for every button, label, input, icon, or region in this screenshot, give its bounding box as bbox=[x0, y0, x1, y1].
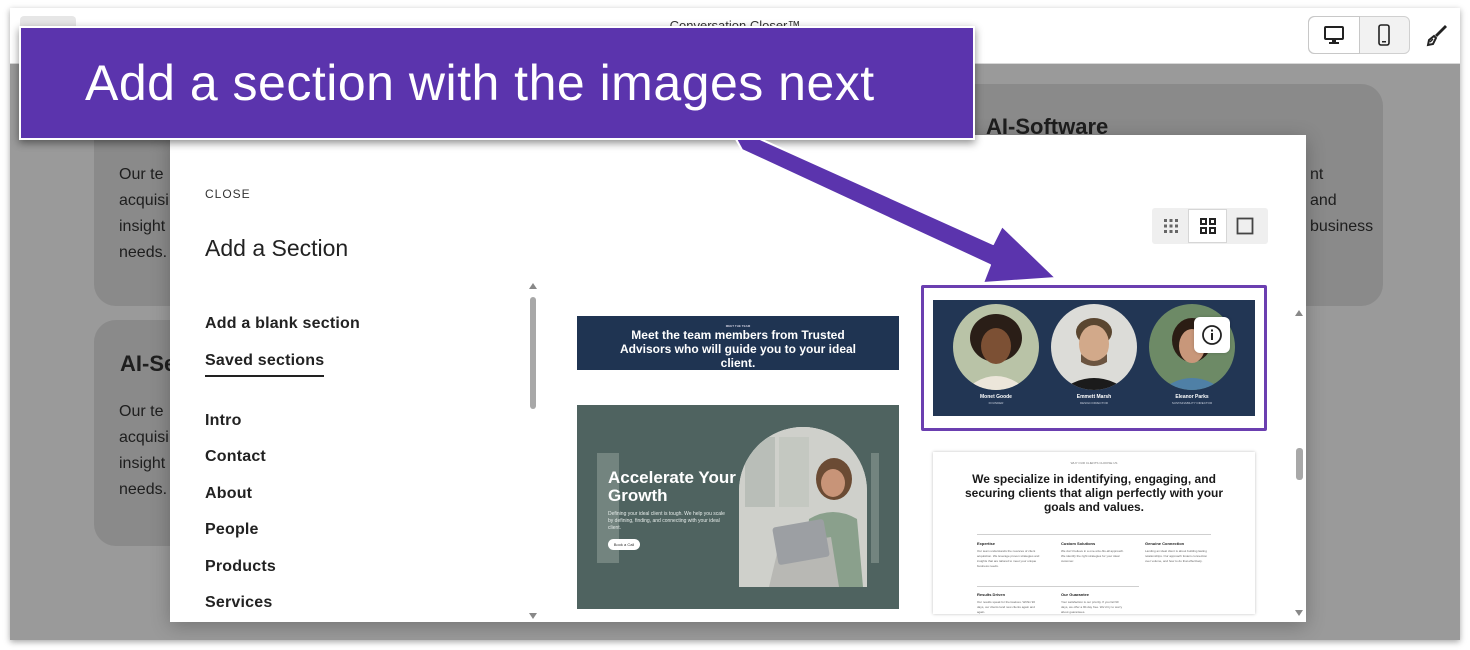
categories-scrollbar[interactable] bbox=[528, 283, 538, 621]
background-text-line: needs. bbox=[119, 481, 168, 498]
info-icon bbox=[1202, 325, 1222, 345]
background-text-line: insight bbox=[119, 455, 166, 472]
category-contact[interactable]: Contact bbox=[205, 448, 266, 466]
mobile-view-button[interactable] bbox=[1359, 17, 1409, 53]
feature-body: Landing an ideal client is about buildin… bbox=[1145, 549, 1208, 563]
feature-body: Your satisfaction is our priority. If yo… bbox=[1061, 600, 1123, 614]
callout-text: Add a section with the images next bbox=[85, 55, 875, 111]
section-thumbnail-why-us[interactable]: WHY OUR CLIENTS CHOOSE US We specialize … bbox=[933, 452, 1255, 614]
background-text-line: business bbox=[1310, 218, 1374, 235]
background-text-line: and bbox=[1310, 192, 1337, 209]
design-button[interactable] bbox=[1422, 20, 1452, 50]
device-view-toggle bbox=[1308, 16, 1410, 54]
team-member-name: Eleanor Parks bbox=[1175, 394, 1209, 400]
mobile-icon bbox=[1378, 24, 1390, 46]
team-member-role: FOUNDER bbox=[988, 401, 1004, 405]
background-text-line: nt bbox=[1310, 166, 1324, 183]
category-people[interactable]: People bbox=[205, 521, 259, 539]
portrait-illustration bbox=[953, 304, 1039, 390]
category-intro[interactable]: Intro bbox=[205, 412, 242, 430]
team-member-name: Monet Goode bbox=[980, 394, 1012, 400]
thumbnails-scrollbar[interactable] bbox=[1294, 310, 1304, 620]
feature-body: Our team understands the nuances of clie… bbox=[977, 549, 1040, 568]
grid-small-icon bbox=[1163, 219, 1178, 233]
background-text-line: needs. bbox=[119, 244, 168, 261]
thumbnail-title: We specialize in identifying, engaging, … bbox=[964, 472, 1224, 514]
scroll-down-arrow-icon[interactable] bbox=[529, 613, 537, 619]
add-blank-section-link[interactable]: Add a blank section bbox=[205, 315, 360, 333]
modal-title: Add a Section bbox=[205, 235, 349, 261]
close-button[interactable]: CLOSE bbox=[205, 187, 251, 201]
team-member-role: DESIGN DIRECTOR bbox=[1080, 401, 1108, 405]
feature-heading: Results Driven bbox=[977, 592, 1006, 597]
thumbnail-text: Meet the team members from Trusted Advis… bbox=[619, 328, 857, 370]
desktop-icon bbox=[1324, 26, 1344, 44]
large-grid-button[interactable] bbox=[1189, 210, 1226, 242]
background-text-line: acquisi bbox=[119, 192, 169, 209]
single-view-icon bbox=[1236, 217, 1253, 235]
feature-heading: Genuine Connection bbox=[1145, 541, 1185, 546]
tutorial-callout: Add a section with the images next bbox=[19, 26, 975, 140]
section-info-button[interactable] bbox=[1194, 317, 1230, 353]
feature-heading: Custom Solutions bbox=[1061, 541, 1096, 546]
scrollbar-thumb[interactable] bbox=[530, 297, 536, 409]
section-thumbnail-team-banner[interactable]: MEET THE TEAM Meet the team members from… bbox=[577, 316, 899, 370]
scroll-up-arrow-icon[interactable] bbox=[529, 283, 537, 289]
feature-body: We don't believe in a one-size-fits-all … bbox=[1061, 549, 1124, 563]
feature-body: Our results speak for themselves. Within… bbox=[977, 600, 1036, 614]
saved-sections-link[interactable]: Saved sections bbox=[205, 352, 325, 377]
portrait-illustration bbox=[1051, 304, 1137, 390]
thumbnail-cta: Book a Call bbox=[608, 539, 640, 550]
background-text-line: Our te bbox=[119, 166, 164, 183]
woman-with-laptop-photo bbox=[739, 427, 867, 587]
single-view-button[interactable] bbox=[1226, 208, 1263, 244]
team-member-card: Monet Goode FOUNDER bbox=[953, 304, 1039, 405]
feature-heading: Expertise bbox=[977, 541, 996, 546]
section-thumbnail-accelerate[interactable]: Accelerate Your Growth Defining your ide… bbox=[577, 405, 899, 609]
thumbnail-body: Defining your ideal client is tough. We … bbox=[608, 511, 725, 531]
scroll-down-arrow-icon[interactable] bbox=[1295, 610, 1303, 616]
feature-heading: Our Guarantee bbox=[1061, 592, 1090, 597]
paint-brush-icon bbox=[1426, 25, 1447, 47]
divider bbox=[977, 586, 1139, 587]
background-text-line: Our te bbox=[119, 403, 164, 420]
avatar bbox=[953, 304, 1039, 390]
team-member-card: Emmett Marsh DESIGN DIRECTOR bbox=[1051, 304, 1137, 405]
small-grid-button[interactable] bbox=[1152, 208, 1189, 244]
team-member-name: Emmett Marsh bbox=[1076, 394, 1112, 400]
thumbnail-layout-toggle bbox=[1152, 208, 1268, 244]
avatar bbox=[1051, 304, 1137, 390]
photo-illustration bbox=[739, 427, 867, 587]
background-heading-left: AI-Se bbox=[120, 351, 177, 376]
scrollbar-thumb[interactable] bbox=[1296, 448, 1303, 480]
thumbnail-decor-block bbox=[871, 453, 879, 563]
thumbnail-eyebrow: WHY OUR CLIENTS CHOOSE US bbox=[1070, 461, 1118, 465]
grid-large-icon bbox=[1199, 218, 1216, 234]
background-text-line: insight bbox=[119, 218, 166, 235]
team-member-role: SUSTAINABILITY DIRECTOR bbox=[1171, 401, 1213, 405]
desktop-view-button[interactable] bbox=[1309, 17, 1359, 53]
thumbnail-title: Accelerate Your Growth bbox=[608, 468, 736, 505]
category-about[interactable]: About bbox=[205, 485, 252, 503]
category-products[interactable]: Products bbox=[205, 558, 276, 576]
category-services[interactable]: Services bbox=[205, 594, 272, 612]
scroll-up-arrow-icon[interactable] bbox=[1295, 310, 1303, 316]
divider bbox=[977, 534, 1211, 535]
thumbnail-eyebrow: MEET THE TEAM bbox=[725, 324, 751, 328]
background-text-line: acquisi bbox=[119, 429, 169, 446]
